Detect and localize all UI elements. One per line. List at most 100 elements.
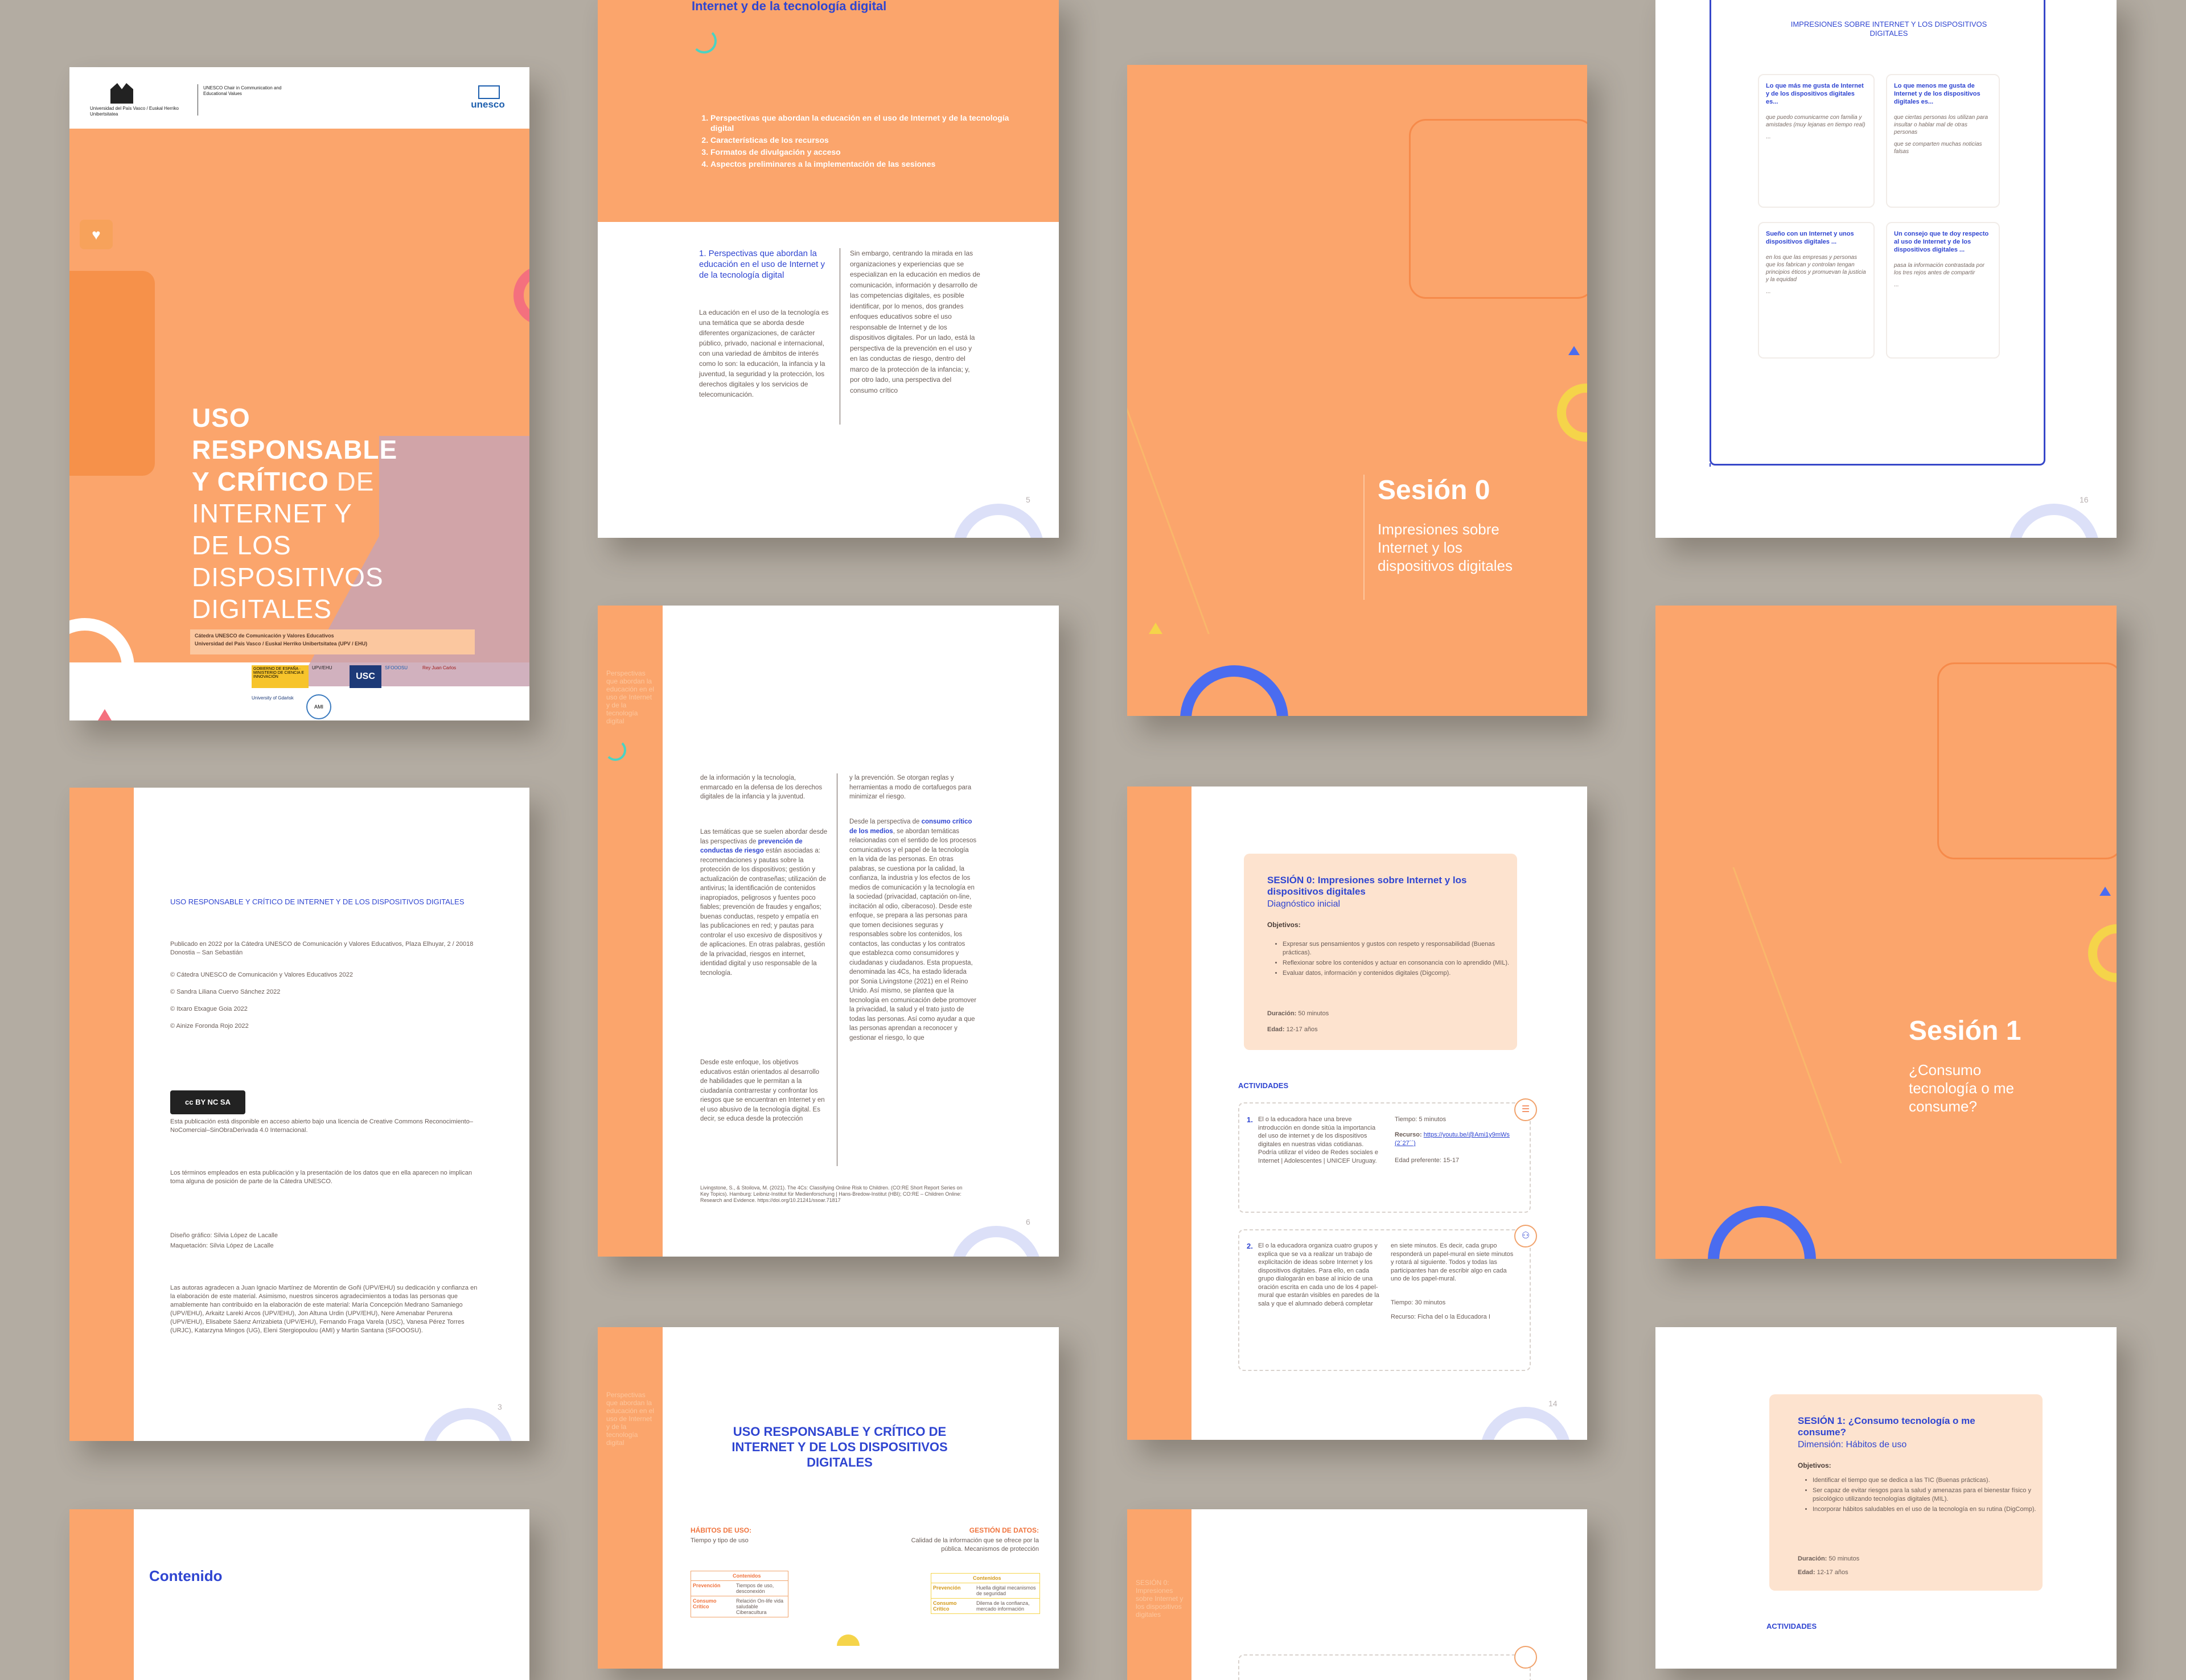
- usc-logo: USC: [350, 665, 381, 688]
- impression-card: Lo que más me gusta de Internet y de los…: [1758, 74, 1875, 208]
- activity-text: El o la educadora hace una breve introdu…: [1258, 1116, 1378, 1164]
- cover-footer-logos: GOBIERNO DE ESPAÑA · MINISTERIO DE CIENC…: [252, 664, 525, 720]
- orange-sidebar: Perspectivas que abordan la educación en…: [598, 1327, 663, 1669]
- urjc-logo: Rey Juan Carlos: [422, 665, 457, 670]
- spain-government-logo: GOBIERNO DE ESPAÑA · MINISTERIO DE CIENC…: [252, 665, 309, 688]
- terms-text: Los términos empleados en esta publicaci…: [170, 1170, 472, 1185]
- page-number: 16: [2080, 495, 2089, 504]
- activity-icon: ☰: [1514, 1098, 1537, 1121]
- sidebar-text: Perspectivas que abordan la educación en…: [606, 669, 655, 725]
- duration: Duración: 50 minutos: [1267, 1010, 1329, 1017]
- activities-label: ACTIVIDADES: [1238, 1081, 1289, 1090]
- cc-license-badge: cc BY NC SA: [170, 1090, 245, 1114]
- session-detail-subtitle: Diagnóstico inicial: [1267, 899, 1341, 909]
- page-number: 5: [1026, 495, 1030, 504]
- session-detail-title: SESIÓN 0: Impresiones sobre Internet y l…: [1267, 875, 1467, 897]
- objectives-list: Expresar sus pensamientos y gustos con r…: [1272, 940, 1510, 979]
- data-management-subtitle: Calidad de la información que se ofrece …: [911, 1537, 1039, 1553]
- age: Edad: 12-17 años: [1798, 1569, 1848, 1576]
- habits-subtitle: Tiempo y tipo de uso: [691, 1537, 749, 1544]
- gdansk-logo: University of Gdańsk: [252, 695, 294, 701]
- blue-ring-decoration: [1180, 665, 1288, 716]
- pink-ring-decoration: [513, 265, 529, 326]
- page-number: 6: [1026, 1217, 1030, 1226]
- impression-card: Sueño con un Internet y unos dispositivo…: [1758, 222, 1875, 359]
- page6-col1b: Las temáticas que se suelen abordar desd…: [700, 829, 828, 977]
- cover-subtitle-box: Cátedra UNESCO de Comunicación y Valores…: [190, 629, 475, 654]
- page-16: IMPRESIONES SOBRE INTERNET Y LOS DISPOSI…: [1655, 0, 2117, 538]
- activity-card: [1238, 1654, 1531, 1680]
- ring-decoration: [2008, 504, 2099, 538]
- blue-triangle: [1568, 346, 1580, 355]
- wifi-icon: [692, 28, 717, 53]
- impression-card: Lo que menos me gusta de Internet y de l…: [1886, 74, 2000, 208]
- activity-age: Edad preferente: 15-17: [1395, 1157, 1460, 1164]
- white-ring-decoration: [69, 618, 134, 717]
- session-detail-title: SESIÓN 1: ¿Consumo tecnología o me consu…: [1798, 1415, 1975, 1438]
- wifi-icon: [605, 739, 626, 761]
- activity-resource: Recurso: https://youtu.be/@Ami1y9mWs (2´…: [1395, 1131, 1510, 1147]
- column-2: Sin embargo, centrando la mirada en las …: [850, 249, 980, 394]
- copyright-3: © Itxaro Etxague Goia 2022: [170, 1006, 248, 1012]
- copyright-2: © Sandra Liliana Cuervo Sánchez 2022: [170, 989, 281, 995]
- yellow-triangle: [1149, 623, 1162, 634]
- sfooosu-logo: SFOOOSU: [385, 665, 408, 670]
- objectives-label: Objetivos:: [1267, 921, 1301, 929]
- layout-credit: Maquetación: Silvia López de Lacalle: [170, 1242, 274, 1249]
- cover-chair-text: UNESCO Chair in Communication and Educat…: [203, 85, 282, 96]
- activity-text-cont: en siete minutos. Es decir, cada grupo r…: [1391, 1242, 1514, 1282]
- activity-number: 1.: [1247, 1115, 1253, 1124]
- activity-text: El o la educadora organiza cuatro grupos…: [1258, 1242, 1379, 1307]
- session-subtitle: ¿Consumo tecnología o me consume?: [1909, 1061, 2015, 1115]
- ring-decoration: [422, 1408, 513, 1441]
- contents-item[interactable]: Perspectivas que abordan la educación en…: [710, 113, 1029, 133]
- sidebar-text: Perspectivas que abordan la educación en…: [606, 1391, 655, 1447]
- activity-number: 2.: [1247, 1242, 1253, 1250]
- activity-time: Tiempo: 5 minutos: [1395, 1116, 1447, 1123]
- upv-footer-logo: UPV/EHU: [312, 665, 332, 670]
- section-title: 1. Perspectivas que abordan la educación…: [699, 249, 825, 280]
- unesco-logo: unesco: [462, 85, 513, 120]
- page6-col2b: Desde la perspectiva de consumo crítico …: [849, 818, 977, 1041]
- sidebar-text: SESIÓN 0: Impresiones sobre Internet y l…: [1136, 1579, 1184, 1619]
- objective-item: Ser capaz de evitar riesgos para la salu…: [1813, 1487, 2046, 1504]
- activity-icon: ⚇: [1514, 1225, 1537, 1247]
- column-1: La educación en el uso de la tecnología …: [699, 308, 829, 398]
- session-1-detail-page: SESIÓN 1: ¿Consumo tecnología o me consu…: [1655, 1327, 2117, 1669]
- cover-orange-area: ♥ USO RESPONSABLE Y CRÍTICO DE INTERNET …: [69, 129, 529, 720]
- habits-title: HÁBITOS DE USO:: [691, 1526, 752, 1534]
- page-5: Internet y de la tecnología digital Pers…: [598, 0, 1059, 538]
- contents-item[interactable]: Aspectos preliminares a la implementació…: [710, 159, 1029, 169]
- session-title: Sesión 1: [1909, 1016, 2021, 1046]
- contents-item[interactable]: Formatos de divulgación y acceso: [710, 147, 1029, 157]
- copyright-1: © Cátedra UNESCO de Comunicación y Valor…: [170, 971, 353, 978]
- objective-item: Reflexionar sobre los contenidos y actua…: [1283, 959, 1510, 967]
- page6-col1c: Desde este enfoque, los objetivos educat…: [700, 1059, 825, 1122]
- cover-header: Universidad del País Vasco / Euskal Herr…: [69, 67, 529, 129]
- orange-sidebar: SESIÓN 0: Impresiones sobre Internet y l…: [1127, 1509, 1191, 1680]
- page-5-heading: Internet y de la tecnología digital: [692, 0, 887, 13]
- ring-decoration: [953, 504, 1044, 538]
- orange-sidebar: [69, 1509, 134, 1680]
- yellow-dot-decoration: [837, 1634, 860, 1646]
- orange-sidebar: [1127, 787, 1191, 1440]
- page-14: SESIÓN 0: Impresiones sobre Internet y l…: [1127, 787, 1587, 1440]
- page-3: USO RESPONSABLE Y CRÍTICO DE INTERNET Y …: [69, 788, 529, 1441]
- objective-item: Incorporar hábitos saludables en el uso …: [1813, 1505, 2046, 1514]
- usage-title: USO RESPONSABLE Y CRÍTICO DE INTERNET Y …: [732, 1424, 948, 1469]
- ring-decoration: [1480, 1407, 1571, 1440]
- duration: Duración: 50 minutos: [1798, 1555, 1860, 1562]
- data-table: Contenidos Prevención Huella digital meca…: [931, 1573, 1040, 1614]
- objective-item: Identificar el tiempo que se dedica a la…: [1813, 1476, 2046, 1485]
- contents-item[interactable]: Características de los recursos: [710, 135, 1029, 145]
- pink-triangle-decoration: [98, 709, 112, 720]
- contents-list: Perspectivas que abordan la educación en…: [700, 113, 1029, 171]
- footnote: Livingstone, S., & Stoilova, M. (2021). …: [700, 1185, 963, 1203]
- page-number: 3: [498, 1402, 502, 1411]
- yellow-ring-decoration: [1557, 384, 1587, 442]
- speech-bubble-outline: [1937, 662, 2117, 859]
- activities-label: ACTIVIDADES: [1766, 1622, 1817, 1630]
- orange-sidebar: [69, 788, 134, 1441]
- phone-illustration: [69, 271, 155, 476]
- cover-title: USO RESPONSABLE Y CRÍTICO DE INTERNET Y …: [192, 403, 398, 624]
